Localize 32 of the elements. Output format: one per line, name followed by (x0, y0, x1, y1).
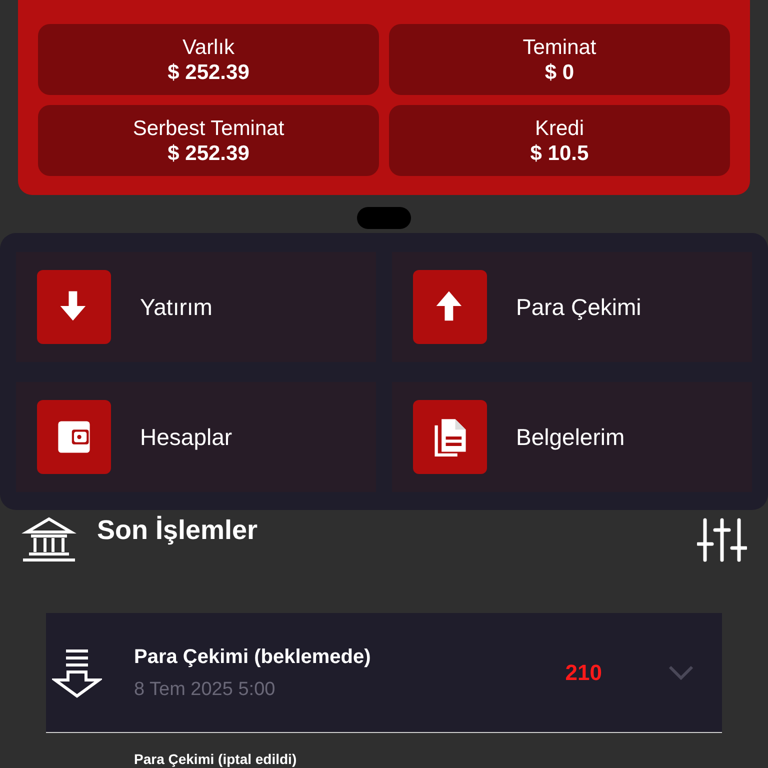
withdraw-tray-icon (52, 648, 102, 698)
card-label: Serbest Teminat (132, 116, 284, 140)
bank-icon (21, 516, 77, 562)
card-value: $ 252.39 (168, 140, 250, 166)
chevron-down-icon[interactable] (668, 664, 694, 680)
action-label: Para Çekimi (516, 292, 642, 322)
transaction-title: Para Çekimi (beklemede) (134, 644, 372, 670)
documents-icon (413, 400, 487, 474)
action-label: Yatırım (140, 292, 212, 322)
action-tile[interactable]: Yatırım (16, 252, 376, 362)
action-tile[interactable]: Para Çekimi (392, 252, 752, 362)
arrow-up-icon (413, 270, 487, 344)
filter-sliders-icon[interactable] (697, 518, 747, 564)
transaction-row[interactable]: Para Çekimi (beklemede) 8 Tem 2025 5:00 210 (46, 613, 722, 733)
transaction-amount: 210 (565, 659, 602, 687)
card-value: $ 0 (544, 60, 574, 84)
transaction-title: Para Çekimi (iptal edildi) (134, 751, 297, 767)
action-label: Belgelerim (516, 422, 625, 452)
arrow-down-icon (37, 270, 111, 344)
transaction-date: 8 Tem 2025 5:00 (134, 678, 276, 702)
section-title: Son İşlemler (97, 516, 258, 544)
wallet-icon (37, 400, 111, 474)
action-tile[interactable]: Hesaplar (16, 382, 376, 492)
action-tile[interactable]: Belgelerim (392, 382, 752, 492)
card-label: Kredi (534, 116, 584, 140)
transaction-row[interactable]: Para Çekimi (iptal edildi) (46, 733, 722, 767)
action-label: Hesaplar (140, 422, 232, 452)
card-label: Varlık (182, 34, 235, 60)
drag-handle[interactable] (357, 207, 411, 229)
card-label: Teminat (522, 34, 596, 60)
card-value: $ 10.5 (530, 140, 589, 166)
card-value: $ 252.39 (168, 60, 250, 84)
